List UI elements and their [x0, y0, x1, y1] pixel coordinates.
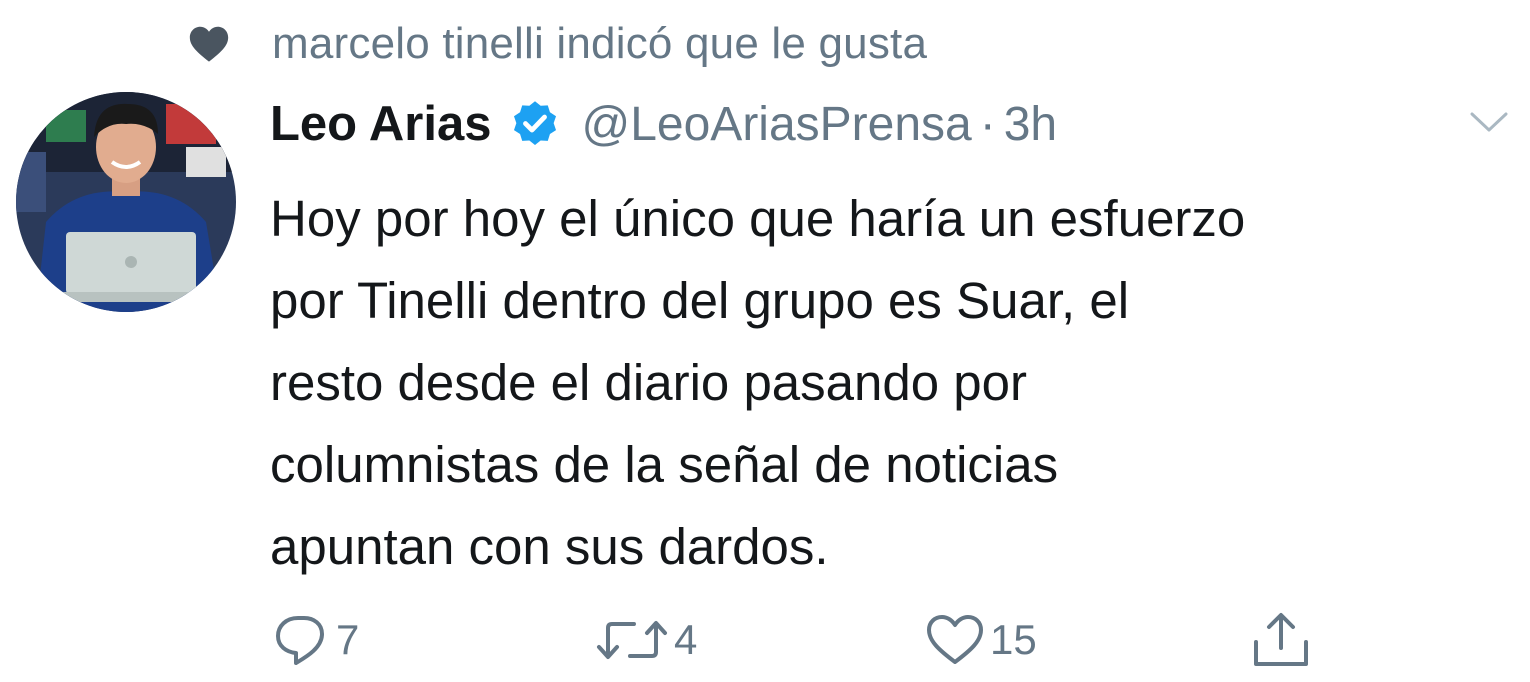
retweet-button[interactable]: 4 — [594, 612, 697, 668]
tweet-text-line: columnistas de la señal de noticias — [270, 436, 1059, 493]
like-button[interactable]: 15 — [924, 612, 1037, 668]
author-handle[interactable]: @LeoAriasPrensa — [581, 97, 971, 152]
avatar-photo — [16, 92, 236, 312]
tweet-text-line: apuntan con sus dardos. — [270, 518, 829, 575]
heart-icon — [189, 26, 229, 62]
like-count: 15 — [990, 616, 1037, 663]
share-icon — [1254, 613, 1308, 666]
author-name[interactable]: Leo Arias — [270, 96, 491, 152]
chevron-down-icon[interactable] — [1464, 102, 1514, 142]
reply-button[interactable]: 7 — [272, 612, 359, 668]
tweet-text-line: por Tinelli dentro del grupo es Suar, el — [270, 272, 1130, 329]
social-context-text: marcelo tinelli indicó que le gusta — [272, 19, 928, 68]
share-button[interactable] — [1250, 612, 1312, 668]
tweet-timestamp[interactable]: 3h — [1004, 97, 1057, 152]
retweet-icon — [597, 621, 667, 659]
social-context: marcelo tinelli indicó que le gusta — [186, 16, 927, 72]
tweet-actions: 7 4 15 — [0, 600, 1530, 680]
tweet-text: Hoy por hoy el único que haría un esfuer… — [270, 178, 1520, 588]
tweet-header: Leo Arias @LeoAriasPrensa · 3h — [270, 92, 1057, 156]
heart-outline-icon — [927, 615, 983, 664]
tweet-text-line: resto desde el diario pasando por — [270, 354, 1028, 411]
avatar[interactable] — [16, 92, 236, 312]
reply-count: 7 — [336, 616, 360, 663]
tweet-text-line: Hoy por hoy el único que haría un esfuer… — [270, 190, 1246, 247]
separator-dot: · — [979, 97, 996, 151]
reply-icon — [276, 616, 324, 665]
retweet-count: 4 — [674, 616, 698, 663]
verified-badge-icon — [514, 101, 557, 146]
